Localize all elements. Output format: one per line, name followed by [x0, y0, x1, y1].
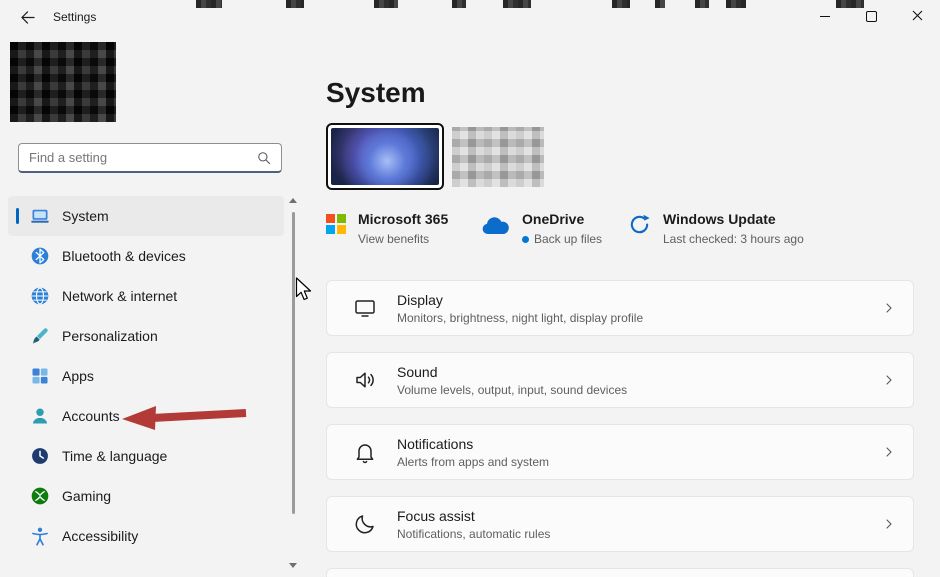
chevron-right-icon [881, 444, 897, 460]
microsoft-365-icon [326, 214, 346, 234]
censored-mark [452, 0, 466, 8]
settings-row-sound[interactable]: Sound Volume levels, output, input, soun… [326, 352, 914, 408]
promo-windows-update[interactable]: Windows Update Last checked: 3 hours ago [628, 211, 804, 246]
sidebar-item-label: Gaming [62, 488, 111, 504]
sidebar-item-label: Personalization [62, 328, 158, 344]
censored-mark [196, 0, 222, 8]
back-arrow-icon [20, 11, 35, 27]
back-button[interactable] [12, 8, 42, 30]
promo-title: Microsoft 365 [358, 211, 448, 228]
clock-icon [30, 446, 50, 466]
setting-title: Display [397, 292, 643, 308]
bluetooth-icon [30, 246, 50, 266]
settings-row-display[interactable]: Display Monitors, brightness, night ligh… [326, 280, 914, 336]
censored-mark [286, 0, 304, 8]
sidebar-item-label: Accessibility [62, 528, 138, 544]
sidebar-item-label: Network & internet [62, 288, 177, 304]
display-preview-primary[interactable] [326, 123, 444, 190]
setting-subtitle: Alerts from apps and system [397, 455, 549, 469]
censored-mark [655, 0, 665, 8]
onedrive-cloud-icon [480, 216, 510, 240]
close-button[interactable] [894, 0, 940, 33]
moon-icon [353, 512, 377, 536]
scrollbar-thumb[interactable] [292, 212, 295, 514]
scrollbar-down-arrow[interactable] [289, 563, 297, 568]
settings-row-focus-assist[interactable]: Focus assist Notifications, automatic ru… [326, 496, 914, 552]
accessibility-person-icon [30, 526, 50, 546]
censored-mark [503, 0, 531, 8]
settings-row-notifications[interactable]: Notifications Alerts from apps and syste… [326, 424, 914, 480]
sidebar-item-apps[interactable]: Apps [8, 356, 284, 396]
chevron-right-icon [881, 300, 897, 316]
apps-grid-icon [30, 366, 50, 386]
sidebar-item-label: Bluetooth & devices [62, 248, 186, 264]
promo-microsoft-365[interactable]: Microsoft 365 View benefits [326, 211, 448, 246]
accounts-person-icon [30, 406, 50, 426]
sidebar-item-accessibility[interactable]: Accessibility [8, 516, 284, 556]
promo-onedrive[interactable]: OneDrive Back up files [480, 211, 602, 246]
search-input[interactable] [19, 144, 281, 171]
search-icon [255, 149, 273, 172]
xbox-icon [30, 486, 50, 506]
maximize-icon [866, 11, 877, 22]
censored-mark [374, 0, 398, 8]
censored-mark [695, 0, 709, 8]
promo-title: OneDrive [522, 211, 602, 228]
scrollbar-up-arrow[interactable] [289, 198, 297, 203]
setting-subtitle: Volume levels, output, input, sound devi… [397, 383, 627, 397]
bloom-wallpaper [331, 128, 439, 185]
promo-subtitle: Back up files [534, 232, 602, 246]
status-dot [522, 236, 529, 243]
promo-subtitle: View benefits [358, 232, 429, 246]
globe-icon [30, 286, 50, 306]
sidebar-item-bluetooth-devices[interactable]: Bluetooth & devices [8, 236, 284, 276]
sidebar-item-accounts[interactable]: Accounts [8, 396, 284, 436]
setting-title: Focus assist [397, 508, 550, 524]
chevron-right-icon [881, 372, 897, 388]
chevron-right-icon [881, 516, 897, 532]
sidebar-item-label: Time & language [62, 448, 167, 464]
setting-title: Notifications [397, 436, 549, 452]
sidebar-item-label: Accounts [62, 408, 120, 424]
promo-title: Windows Update [663, 211, 804, 228]
brush-icon [30, 326, 50, 346]
minimize-icon [820, 16, 830, 17]
sidebar-item-time-language[interactable]: Time & language [8, 436, 284, 476]
sidebar-item-label: Apps [62, 368, 94, 384]
sidebar-nav: System Bluetooth & devices Network & int… [8, 196, 284, 556]
system-icon [30, 206, 50, 226]
sidebar-item-personalization[interactable]: Personalization [8, 316, 284, 356]
censored-mark [612, 0, 630, 8]
setting-subtitle: Monitors, brightness, night light, displ… [397, 311, 643, 325]
settings-window: Settings System [0, 0, 940, 577]
bell-icon [353, 440, 377, 464]
display-preview-secondary[interactable] [452, 127, 544, 187]
window-controls [802, 0, 940, 33]
windows-update-icon [628, 213, 651, 241]
promo-subtitle: Last checked: 3 hours ago [663, 232, 804, 246]
sidebar-item-gaming[interactable]: Gaming [8, 476, 284, 516]
setting-subtitle: Notifications, automatic rules [397, 527, 550, 541]
page-title: System [326, 77, 426, 109]
setting-title: Sound [397, 364, 627, 380]
close-icon [912, 9, 923, 24]
censored-mark [726, 0, 746, 8]
sidebar-item-network-internet[interactable]: Network & internet [8, 276, 284, 316]
settings-row-partial[interactable] [326, 568, 914, 577]
titlebar: Settings [0, 0, 940, 34]
censored-mark [836, 0, 864, 8]
user-avatar [10, 42, 116, 122]
sidebar-item-label: System [62, 208, 109, 224]
mouse-cursor [295, 277, 313, 308]
selected-indicator [16, 208, 19, 224]
window-title: Settings [53, 10, 96, 24]
sound-icon [353, 368, 377, 392]
display-icon [353, 296, 377, 320]
search-box [18, 143, 282, 173]
sidebar-item-system[interactable]: System [8, 196, 284, 236]
